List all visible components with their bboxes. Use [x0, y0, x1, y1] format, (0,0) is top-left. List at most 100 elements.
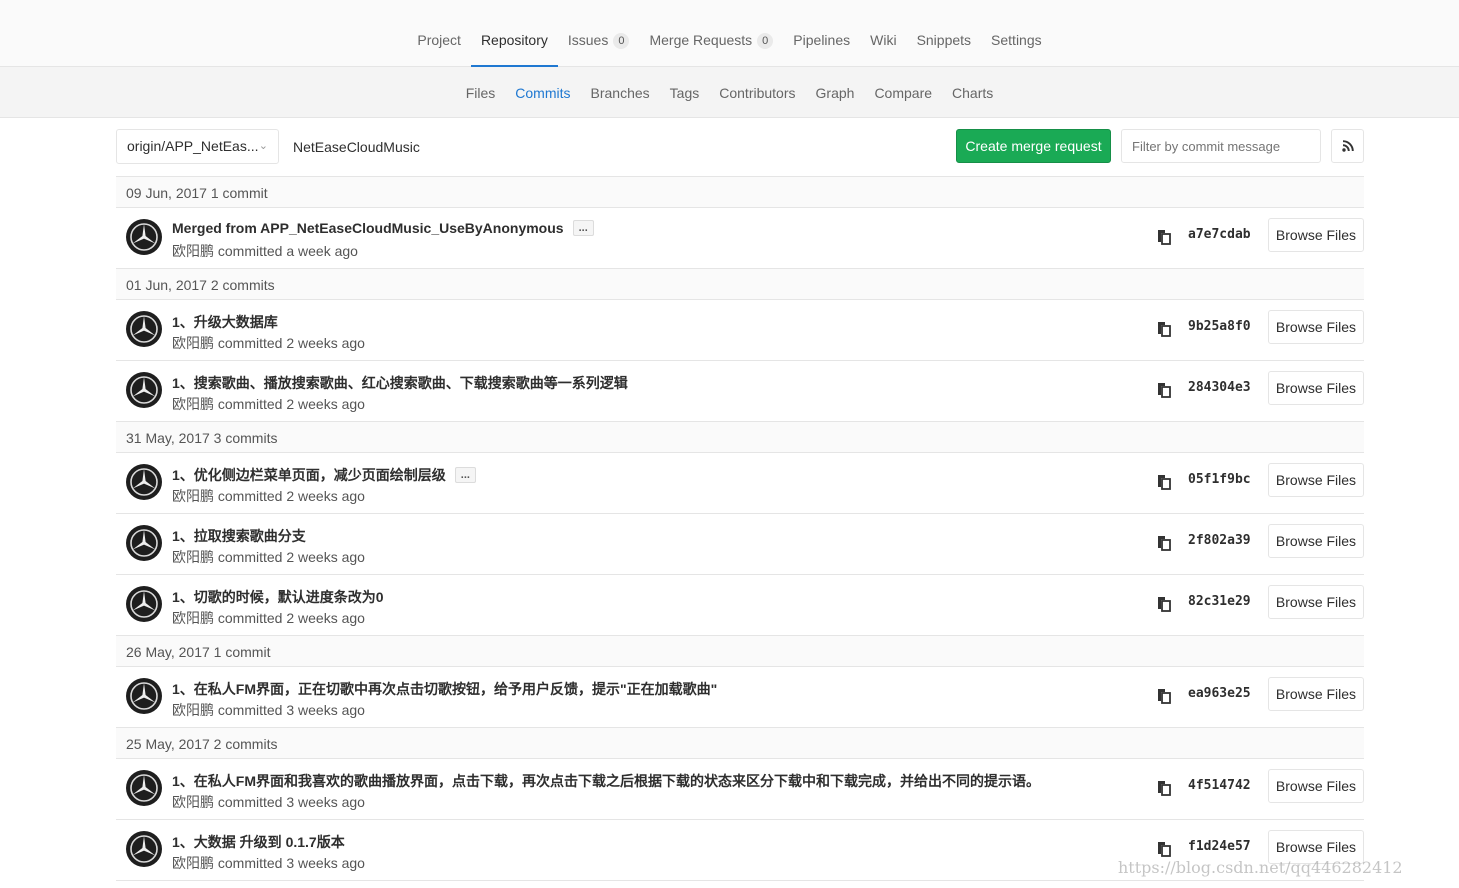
- clipboard-icon[interactable]: [1156, 596, 1172, 612]
- commit-title-link[interactable]: 1、大数据 升级到 0.1.7版本: [172, 832, 345, 852]
- clipboard-icon[interactable]: [1156, 688, 1172, 704]
- commit-title-link[interactable]: 1、切歌的时候，默认进度条改为0: [172, 587, 384, 607]
- nav-tab-label: Project: [417, 32, 461, 48]
- repository-path: NetEaseCloudMusic: [293, 139, 420, 155]
- clipboard-icon[interactable]: [1156, 382, 1172, 398]
- subnav-tab-charts[interactable]: Charts: [942, 67, 1003, 117]
- commit-author-time: 欧阳鹏 committed 3 weeks ago: [172, 794, 365, 810]
- avatar[interactable]: [126, 678, 162, 714]
- filter-commit-message-input[interactable]: [1121, 129, 1321, 163]
- avatar[interactable]: [126, 525, 162, 561]
- browse-files-button[interactable]: Browse Files: [1268, 310, 1364, 344]
- avatar[interactable]: [126, 464, 162, 500]
- branch-select-value: origin/APP_NetEas...: [127, 138, 259, 154]
- commit-sha-link[interactable]: 05f1f9bc: [1188, 472, 1251, 487]
- nav-tab-label: Repository: [480, 32, 548, 48]
- clipboard-icon[interactable]: [1156, 229, 1172, 245]
- commit-title-link[interactable]: 1、优化侧边栏菜单页面，减少页面绘制层级...: [172, 465, 476, 485]
- commit-sha-link[interactable]: ea963e25: [1188, 686, 1251, 701]
- subnav-tab-branches[interactable]: Branches: [581, 67, 660, 117]
- commit-title-link[interactable]: 1、拉取搜索歌曲分支: [172, 526, 306, 546]
- project-nav: Project Repository Issues 0 Merge Requests 0 P…: [0, 0, 1459, 67]
- expand-description-button[interactable]: ...: [572, 220, 594, 236]
- commit-sha-link[interactable]: 2f802a39: [1188, 533, 1251, 548]
- avatar[interactable]: [126, 770, 162, 806]
- browse-files-button[interactable]: Browse Files: [1268, 524, 1364, 558]
- commit-sha-link[interactable]: 284304e3: [1188, 380, 1251, 395]
- commit-title-link[interactable]: Merged from APP_NetEaseCloudMusic_UseByA…: [172, 220, 594, 236]
- nav-tab-merge-requests[interactable]: Merge Requests 0: [639, 0, 783, 66]
- subnav-tab-compare[interactable]: Compare: [864, 67, 942, 117]
- mercedes-star-avatar-icon: [130, 223, 158, 251]
- commit-title-text: Merged from APP_NetEaseCloudMusic_UseByA…: [172, 220, 564, 236]
- commit-author-time: 欧阳鹏 committed 2 weeks ago: [172, 549, 365, 565]
- subnav-tab-graph[interactable]: Graph: [806, 67, 865, 117]
- repository-subnav-list: Files Commits Branches Tags Contributors Grap…: [0, 67, 1459, 117]
- nav-tab-issues[interactable]: Issues 0: [558, 0, 640, 66]
- commit-title-link[interactable]: 1、搜索歌曲、播放搜索歌曲、红心搜索歌曲、下载搜索歌曲等一系列逻辑: [172, 373, 628, 393]
- nav-tab-label: Settings: [991, 32, 1042, 48]
- nav-tab-label: Wiki: [870, 32, 897, 48]
- browse-files-button[interactable]: Browse Files: [1268, 585, 1364, 619]
- clipboard-icon[interactable]: [1156, 535, 1172, 551]
- commit-title-link[interactable]: 1、升级大数据库: [172, 312, 278, 332]
- rss-feed-button[interactable]: [1331, 129, 1364, 163]
- commit-title-text: 1、搜索歌曲、播放搜索歌曲、红心搜索歌曲、下载搜索歌曲等一系列逻辑: [172, 375, 628, 391]
- commit-title-link[interactable]: 1、在私人FM界面和我喜欢的歌曲播放界面，点击下载，再次点击下载之后根据下载的状…: [172, 771, 1040, 791]
- mercedes-star-avatar-icon: [130, 529, 158, 557]
- commit-sha-link[interactable]: a7e7cdab: [1188, 227, 1251, 242]
- subnav-tab-tags[interactable]: Tags: [660, 67, 710, 117]
- nav-tab-repository[interactable]: Repository: [470, 0, 558, 67]
- nav-tab-snippets[interactable]: Snippets: [907, 0, 981, 66]
- nav-tab-wiki[interactable]: Wiki: [860, 0, 906, 66]
- subnav-tab-commits[interactable]: Commits: [505, 67, 580, 117]
- commit-author-time: 欧阳鹏 committed 2 weeks ago: [172, 488, 365, 504]
- commit-author-time: 欧阳鹏 committed 3 weeks ago: [172, 702, 365, 718]
- mercedes-star-avatar-icon: [130, 590, 158, 618]
- avatar[interactable]: [126, 372, 162, 408]
- nav-tab-label: Snippets: [916, 32, 972, 48]
- branch-select-dropdown[interactable]: origin/APP_NetEas... ⌄: [116, 129, 279, 164]
- commit-row: 1、在私人FM界面和我喜欢的歌曲播放界面，点击下载，再次点击下载之后根据下载的状…: [116, 759, 1364, 820]
- commit-row: 1、优化侧边栏菜单页面，减少页面绘制层级... 欧阳鹏 committed 2 w…: [116, 453, 1364, 514]
- nav-tab-label: Pipelines: [793, 32, 851, 48]
- avatar[interactable]: [126, 311, 162, 347]
- browse-files-button[interactable]: Browse Files: [1268, 463, 1364, 497]
- browse-files-button[interactable]: Browse Files: [1268, 769, 1364, 803]
- clipboard-icon[interactable]: [1156, 474, 1172, 490]
- avatar[interactable]: [126, 586, 162, 622]
- commit-sha-link[interactable]: 82c31e29: [1188, 594, 1251, 609]
- nav-tab-settings[interactable]: Settings: [981, 0, 1052, 66]
- commit-sha-link[interactable]: 4f514742: [1188, 778, 1251, 793]
- commit-author-time: 欧阳鹏 committed 2 weeks ago: [172, 335, 365, 351]
- commit-sha-link[interactable]: 9b25a8f0: [1188, 319, 1251, 334]
- commits-toolbar: origin/APP_NetEas... ⌄ NetEaseCloudMusic…: [116, 129, 1364, 164]
- avatar[interactable]: [126, 219, 162, 255]
- clipboard-icon[interactable]: [1156, 321, 1172, 337]
- browse-files-button[interactable]: Browse Files: [1268, 371, 1364, 405]
- commit-author-time: 欧阳鹏 committed 2 weeks ago: [172, 396, 365, 412]
- commit-author-time: 欧阳鹏 committed 3 weeks ago: [172, 855, 365, 871]
- subnav-tab-contributors[interactable]: Contributors: [709, 67, 805, 117]
- clipboard-icon[interactable]: [1156, 780, 1172, 796]
- commit-title-text: 1、切歌的时候，默认进度条改为0: [172, 589, 384, 605]
- commit-title-link[interactable]: 1、在私人FM界面，正在切歌中再次点击切歌按钮，给予用户反馈，提示"正在加载歌曲…: [172, 679, 717, 699]
- commit-row: Merged from APP_NetEaseCloudMusic_UseByA…: [116, 208, 1364, 269]
- commit-day-header: 31 May, 2017 3 commits: [116, 422, 1364, 453]
- create-merge-request-button[interactable]: Create merge request: [956, 129, 1111, 163]
- commit-title-text: 1、大数据 升级到 0.1.7版本: [172, 834, 345, 850]
- commit-title-text: 1、在私人FM界面，正在切歌中再次点击切歌按钮，给予用户反馈，提示"正在加载歌曲…: [172, 681, 718, 697]
- commit-row: 1、拉取搜索歌曲分支欧阳鹏 committed 2 weeks ago 2f802…: [116, 514, 1364, 575]
- nav-tab-project[interactable]: Project: [407, 0, 471, 66]
- expand-description-button[interactable]: ...: [454, 467, 476, 483]
- browse-files-button[interactable]: Browse Files: [1268, 218, 1364, 252]
- clipboard-icon[interactable]: [1156, 841, 1172, 857]
- browse-files-button[interactable]: Browse Files: [1268, 677, 1364, 711]
- commit-day-header: 26 May, 2017 1 commit: [116, 636, 1364, 667]
- avatar[interactable]: [126, 831, 162, 867]
- nav-tab-label: Issues: [567, 32, 609, 48]
- commit-sha-link[interactable]: f1d24e57: [1188, 839, 1251, 854]
- commit-day-header: 09 Jun, 2017 1 commit: [116, 177, 1364, 208]
- nav-tab-pipelines[interactable]: Pipelines: [783, 0, 860, 66]
- subnav-tab-files[interactable]: Files: [456, 67, 506, 117]
